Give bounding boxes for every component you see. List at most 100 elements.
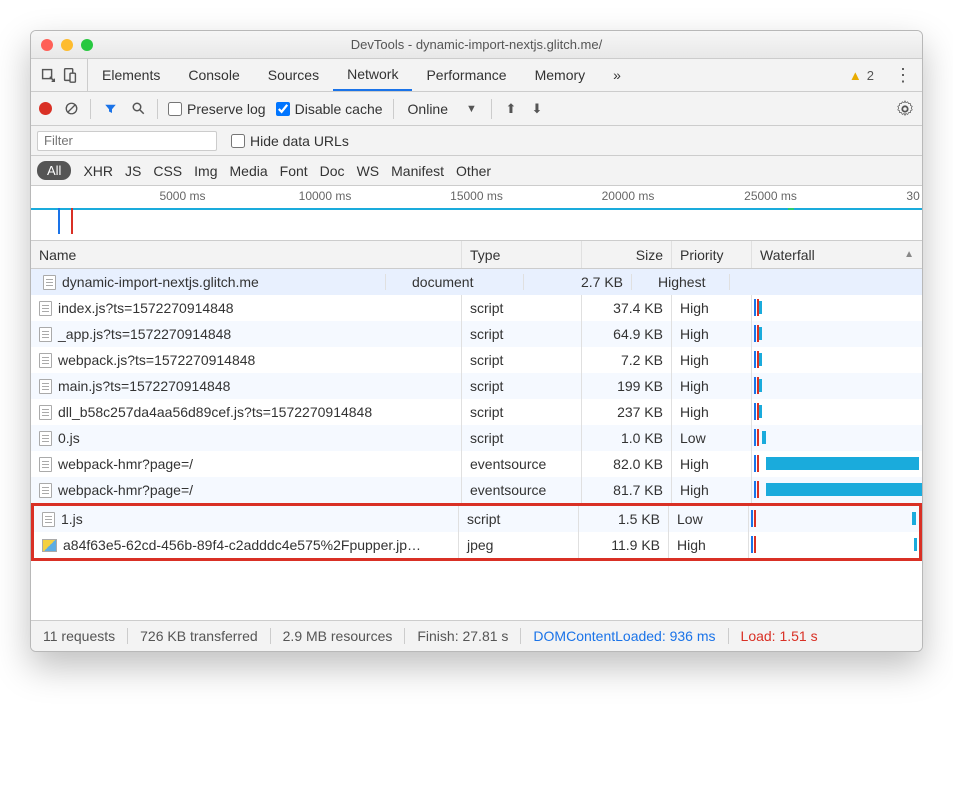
filter-icon[interactable] bbox=[101, 100, 119, 118]
request-type: jpeg bbox=[459, 532, 579, 558]
request-name: dll_b58c257da4aa56d89cef.js?ts=157227091… bbox=[58, 404, 372, 420]
document-file-icon bbox=[42, 512, 55, 527]
document-file-icon bbox=[39, 353, 52, 368]
table-row[interactable]: a84f63e5-62cd-456b-89f4-c2adddc4e575%2Fp… bbox=[34, 532, 919, 558]
stat-domcontentloaded: DOMContentLoaded: 936 ms bbox=[521, 628, 728, 644]
request-size: 37.4 KB bbox=[582, 295, 672, 321]
request-waterfall bbox=[752, 347, 922, 373]
request-name: index.js?ts=1572270914848 bbox=[58, 300, 234, 316]
type-filter-img[interactable]: Img bbox=[194, 163, 217, 179]
device-toggle-icon[interactable] bbox=[61, 66, 79, 84]
filter-input[interactable] bbox=[37, 131, 217, 151]
document-file-icon bbox=[39, 483, 52, 498]
timeline-tick: 5000 ms bbox=[159, 189, 205, 203]
table-row[interactable]: _app.js?ts=1572270914848script64.9 KBHig… bbox=[31, 321, 922, 347]
status-bar: 11 requests 726 KB transferred 2.9 MB re… bbox=[31, 621, 922, 651]
requests-table: Name Type Size Priority Waterfall ▲ dyna… bbox=[31, 241, 922, 621]
table-row[interactable]: index.js?ts=1572270914848script37.4 KBHi… bbox=[31, 295, 922, 321]
disable-cache-checkbox[interactable]: Disable cache bbox=[276, 101, 383, 117]
request-size: 82.0 KB bbox=[582, 451, 672, 477]
col-priority-header[interactable]: Priority bbox=[672, 241, 752, 268]
inspect-element-icon[interactable] bbox=[39, 66, 57, 84]
request-type: script bbox=[462, 347, 582, 373]
request-waterfall bbox=[752, 477, 922, 503]
request-priority: High bbox=[672, 451, 752, 477]
request-waterfall bbox=[752, 451, 922, 477]
type-filter-all[interactable]: All bbox=[37, 161, 71, 180]
request-priority: High bbox=[672, 321, 752, 347]
throttling-select[interactable]: Online ▼ bbox=[404, 101, 481, 117]
request-name: main.js?ts=1572270914848 bbox=[58, 378, 230, 394]
close-window-button[interactable] bbox=[41, 39, 53, 51]
type-filter-ws[interactable]: WS bbox=[357, 163, 380, 179]
type-filter-media[interactable]: Media bbox=[230, 163, 268, 179]
request-size: 1.0 KB bbox=[582, 425, 672, 451]
request-name: a84f63e5-62cd-456b-89f4-c2adddc4e575%2Fp… bbox=[63, 537, 421, 553]
request-type: script bbox=[462, 425, 582, 451]
request-name: _app.js?ts=1572270914848 bbox=[58, 326, 231, 342]
upload-har-icon[interactable]: ⬆ bbox=[502, 100, 520, 118]
stat-resources: 2.9 MB resources bbox=[271, 628, 406, 644]
request-priority: High bbox=[669, 532, 749, 558]
request-waterfall bbox=[752, 373, 922, 399]
warning-icon: ▲ bbox=[849, 68, 862, 83]
timeline-overview[interactable]: 5000 ms10000 ms15000 ms20000 ms25000 ms3… bbox=[31, 186, 922, 241]
stat-transferred: 726 KB transferred bbox=[128, 628, 271, 644]
col-name-header[interactable]: Name bbox=[31, 241, 462, 268]
maximize-window-button[interactable] bbox=[81, 39, 93, 51]
type-filter-js[interactable]: JS bbox=[125, 163, 141, 179]
request-name: 1.js bbox=[61, 511, 83, 527]
settings-gear-icon[interactable] bbox=[896, 100, 914, 118]
tab-console[interactable]: Console bbox=[174, 59, 253, 91]
tab-memory[interactable]: Memory bbox=[521, 59, 600, 91]
type-filter-manifest[interactable]: Manifest bbox=[391, 163, 444, 179]
request-priority: High bbox=[672, 373, 752, 399]
minimize-window-button[interactable] bbox=[61, 39, 73, 51]
search-icon[interactable] bbox=[129, 100, 147, 118]
request-type: eventsource bbox=[462, 451, 582, 477]
table-row[interactable]: 0.jsscript1.0 KBLow bbox=[31, 425, 922, 451]
inspect-buttons bbox=[31, 59, 88, 91]
window-controls bbox=[41, 39, 93, 51]
table-row[interactable]: dynamic-import-nextjs.glitch.medocument2… bbox=[31, 269, 922, 295]
request-priority: Low bbox=[672, 425, 752, 451]
type-filter-other[interactable]: Other bbox=[456, 163, 491, 179]
table-row[interactable]: webpack-hmr?page=/eventsource81.7 KBHigh bbox=[31, 477, 922, 503]
type-filter-doc[interactable]: Doc bbox=[320, 163, 345, 179]
request-type: script bbox=[459, 506, 579, 532]
clear-button[interactable] bbox=[62, 100, 80, 118]
tab-sources[interactable]: Sources bbox=[254, 59, 333, 91]
col-type-header[interactable]: Type bbox=[462, 241, 582, 268]
table-row[interactable]: 1.jsscript1.5 KBLow bbox=[34, 506, 919, 532]
hide-data-urls-checkbox[interactable]: Hide data URLs bbox=[231, 133, 349, 149]
request-waterfall bbox=[752, 425, 922, 451]
tab-elements[interactable]: Elements bbox=[88, 59, 174, 91]
network-toolbar: Preserve log Disable cache Online ▼ ⬆ ⬇ bbox=[31, 92, 922, 126]
tab-performance[interactable]: Performance bbox=[412, 59, 520, 91]
type-filter-xhr[interactable]: XHR bbox=[83, 163, 113, 179]
request-name: dynamic-import-nextjs.glitch.me bbox=[62, 274, 259, 290]
timeline-tick: 15000 ms bbox=[450, 189, 503, 203]
request-name: webpack.js?ts=1572270914848 bbox=[58, 352, 255, 368]
col-size-header[interactable]: Size bbox=[582, 241, 672, 268]
type-filter-font[interactable]: Font bbox=[280, 163, 308, 179]
table-row[interactable]: dll_b58c257da4aa56d89cef.js?ts=157227091… bbox=[31, 399, 922, 425]
request-name: webpack-hmr?page=/ bbox=[58, 482, 193, 498]
tab-network[interactable]: Network bbox=[333, 59, 412, 91]
table-row[interactable]: webpack-hmr?page=/eventsource82.0 KBHigh bbox=[31, 451, 922, 477]
record-button[interactable] bbox=[39, 102, 52, 115]
filter-row: Hide data URLs bbox=[31, 126, 922, 156]
download-har-icon[interactable]: ⬇ bbox=[528, 100, 546, 118]
highlighted-rows: 1.jsscript1.5 KBLowa84f63e5-62cd-456b-89… bbox=[31, 503, 922, 561]
table-row[interactable]: webpack.js?ts=1572270914848script7.2 KBH… bbox=[31, 347, 922, 373]
more-tabs-button[interactable]: » bbox=[599, 67, 635, 83]
table-row[interactable]: main.js?ts=1572270914848script199 KBHigh bbox=[31, 373, 922, 399]
warnings-indicator[interactable]: ▲ 2 bbox=[839, 68, 884, 83]
request-size: 237 KB bbox=[582, 399, 672, 425]
sort-indicator-icon: ▲ bbox=[904, 249, 914, 260]
type-filter-css[interactable]: CSS bbox=[153, 163, 182, 179]
col-waterfall-header[interactable]: Waterfall ▲ bbox=[752, 241, 922, 268]
request-type: script bbox=[462, 321, 582, 347]
preserve-log-checkbox[interactable]: Preserve log bbox=[168, 101, 266, 117]
devtools-menu-icon[interactable]: ⋮ bbox=[884, 65, 922, 86]
